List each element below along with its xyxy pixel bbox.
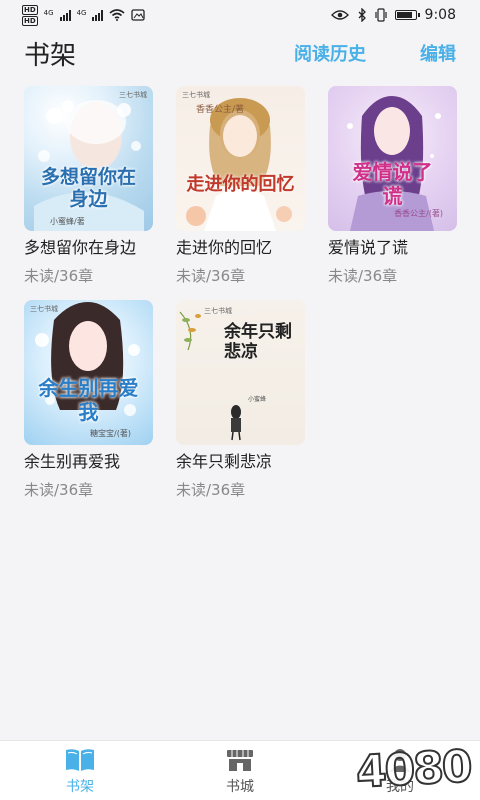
book-cover[interactable]: 三七书城 多想留你在身边 小蜜蜂/著	[24, 86, 153, 231]
network-type-label: 4G	[76, 8, 87, 17]
book-cover[interactable]: 三七书城 香香公主/著 走进你的回忆	[176, 86, 305, 231]
bookshelf-screen: HD HD 4G 4G 9:08 书架 阅读历史 编辑 三七书城 多想留你在身边…	[0, 0, 480, 800]
book-cover[interactable]: 三七书城 余生别再爱我 糖宝宝/(著)	[24, 300, 153, 445]
hd-badge: HD	[22, 4, 38, 15]
publisher-tag: 三七书城	[119, 91, 147, 99]
status-bar: HD HD 4G 4G 9:08	[0, 0, 480, 30]
network-type-label: 4G	[43, 8, 54, 17]
cover-author: 香香公主/著	[196, 105, 245, 115]
tab-bookstore[interactable]: 书城	[160, 741, 320, 800]
book-item[interactable]: 爱情说了谎 香香公主/(著) 爱情说了谎 未读/36章	[328, 86, 457, 286]
cover-title: 余生别再爱我	[38, 376, 139, 424]
cover-author: 小蜜蜂	[248, 396, 267, 403]
cover-author: 小蜜蜂/著	[50, 217, 85, 226]
book-title: 余生别再爱我	[24, 452, 121, 471]
publisher-tag: 三七书城	[30, 305, 58, 313]
book-cover[interactable]: 爱情说了谎 香香公主/(著)	[328, 86, 457, 231]
publisher-tag: 三七书城	[182, 91, 210, 99]
book-item[interactable]: 三七书城 余年只剩悲凉 小蜜蜂 余年只剩悲凉 未读/36章	[176, 300, 305, 500]
tab-label: 书城	[226, 778, 254, 795]
book-progress: 未读/36章	[24, 267, 94, 285]
book-item[interactable]: 三七书城 多想留你在身边 小蜜蜂/著 多想留你在身边 未读/36章	[24, 86, 153, 286]
signal-icon	[59, 9, 71, 21]
wifi-icon	[109, 9, 125, 21]
book-title: 多想留你在身边	[24, 238, 137, 257]
hd-indicators: HD HD	[22, 4, 38, 26]
status-left: HD HD 4G 4G	[22, 4, 146, 26]
book-item[interactable]: 三七书城 香香公主/著 走进你的回忆 走进你的回忆 未读/36章	[176, 86, 305, 286]
book-progress: 未读/36章	[176, 481, 246, 499]
book-progress: 未读/36章	[176, 267, 246, 285]
book-progress: 未读/36章	[328, 267, 398, 285]
store-icon	[227, 749, 253, 771]
book-title: 余年只剩悲凉	[176, 452, 273, 471]
tab-label: 书架	[66, 778, 94, 795]
book-cover[interactable]: 三七书城 余年只剩悲凉 小蜜蜂	[176, 300, 305, 445]
book-progress: 未读/36章	[24, 481, 94, 499]
book-title: 走进你的回忆	[176, 238, 273, 257]
status-time: 9:08	[424, 7, 456, 23]
book-title: 爱情说了谎	[328, 238, 409, 257]
header: 书架 阅读历史 编辑	[0, 30, 480, 76]
reading-history-button[interactable]: 阅读历史	[294, 40, 366, 66]
bookshelf-grid: 三七书城 多想留你在身边 小蜜蜂/著 多想留你在身边 未读/36章 三七书城 香…	[24, 86, 457, 500]
edit-button[interactable]: 编辑	[420, 40, 456, 66]
hd-badge: HD	[22, 15, 38, 26]
cover-title: 走进你的回忆	[186, 174, 295, 195]
publisher-tag: 三七书城	[204, 307, 232, 315]
book-open-icon	[66, 748, 94, 771]
book-item[interactable]: 三七书城 余生别再爱我 糖宝宝/(著) 余生别再爱我 未读/36章	[24, 300, 153, 500]
tab-bookshelf[interactable]: 书架	[0, 741, 160, 800]
signal-icon	[92, 9, 104, 21]
vibrate-icon	[374, 8, 387, 22]
cover-author: 香香公主/(著)	[394, 209, 443, 218]
status-right: 9:08	[330, 7, 456, 23]
eye-icon	[330, 10, 349, 20]
cover-author: 糖宝宝/(著)	[90, 429, 131, 438]
cover-title: 爱情说了谎	[352, 160, 433, 208]
page-title: 书架	[24, 40, 77, 71]
cover-title: 余年只剩悲凉	[224, 322, 292, 362]
cover-title: 多想留你在身边	[40, 166, 136, 210]
bluetooth-icon	[358, 8, 366, 22]
watermark-logo: 4080	[353, 740, 472, 799]
image-notification-icon	[131, 9, 146, 21]
battery-icon	[394, 10, 420, 20]
